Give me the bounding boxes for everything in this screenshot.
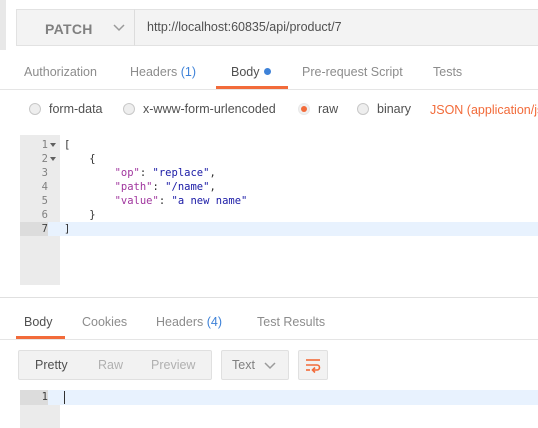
code-line-active: 7 ] (20, 222, 538, 236)
response-type-dropdown[interactable]: Text (221, 350, 289, 380)
radio-binary[interactable]: binary (357, 102, 411, 116)
tab-cookies[interactable]: Cookies (82, 315, 127, 329)
format-pretty-button[interactable]: Pretty (35, 358, 68, 372)
code-line: 4 "path": "/name", (41, 181, 216, 193)
chevron-down-icon (264, 362, 276, 370)
format-raw-button[interactable]: Raw (98, 358, 123, 372)
response-type-label: Text (232, 358, 255, 372)
tab-pre-request-script[interactable]: Pre-request Script (302, 65, 403, 79)
tab-headers[interactable]: Headers (1) (130, 65, 196, 79)
format-preview-button[interactable]: Preview (151, 358, 195, 372)
request-tabs: Authorization Headers (1) Body Pre-reque… (0, 55, 538, 89)
response-format-group: Pretty Raw Preview (18, 350, 212, 380)
response-headers-count: (4) (206, 315, 223, 329)
divider (0, 339, 538, 340)
divider (0, 89, 538, 90)
url-text: http://localhost:60835/api/product/7 (147, 20, 342, 34)
content-type-dropdown[interactable]: JSON (application/js (430, 103, 538, 117)
tab-test-results[interactable]: Test Results (257, 315, 325, 329)
text-caret (64, 391, 65, 404)
radio-form-data[interactable]: form-data (29, 102, 103, 116)
method-label: PATCH (45, 21, 93, 37)
headers-count: (1) (180, 65, 197, 79)
code-line-active: 1 (20, 390, 538, 405)
url-input[interactable]: http://localhost:60835/api/product/7 (134, 9, 538, 46)
modified-dot-icon (263, 68, 271, 75)
code-line: 1 [ (41, 139, 71, 151)
request-body-editor[interactable]: 1 [ 2 { 3 "op": "replace", 4 "path": "/n… (20, 135, 538, 285)
response-body-editor[interactable]: 1 (20, 390, 538, 428)
response-tabs: Body Cookies Headers (4) Test Results (0, 305, 538, 339)
radio-dot-icon (123, 103, 135, 115)
radio-raw[interactable]: raw (298, 102, 338, 116)
radio-dot-selected-icon (298, 103, 310, 115)
tab-response-body[interactable]: Body (24, 315, 53, 329)
fold-arrow-icon[interactable] (50, 143, 56, 147)
wrap-lines-icon (306, 359, 321, 374)
radio-dot-icon (29, 103, 41, 115)
left-panel-edge (0, 0, 6, 50)
tab-response-headers[interactable]: Headers (4) (156, 315, 222, 329)
radio-dot-icon (357, 103, 369, 115)
code-line: 3 "op": "replace", (41, 167, 216, 179)
chevron-down-icon (113, 24, 125, 32)
tab-body[interactable]: Body (231, 65, 271, 79)
method-dropdown[interactable]: PATCH (16, 9, 134, 46)
request-bar: PATCH http://localhost:60835/api/product… (0, 0, 538, 50)
code-line: 5 "value": "a new name" (41, 195, 248, 207)
tab-authorization[interactable]: Authorization (24, 65, 97, 79)
tab-tests[interactable]: Tests (433, 65, 462, 79)
fold-arrow-icon[interactable] (50, 157, 56, 161)
code-line: 2 { (41, 153, 96, 165)
panel-splitter[interactable] (0, 297, 538, 298)
radio-x-www-form-urlencoded[interactable]: x-www-form-urlencoded (123, 102, 276, 116)
wrap-lines-button[interactable] (298, 350, 328, 380)
code-line: 6 } (41, 209, 96, 221)
